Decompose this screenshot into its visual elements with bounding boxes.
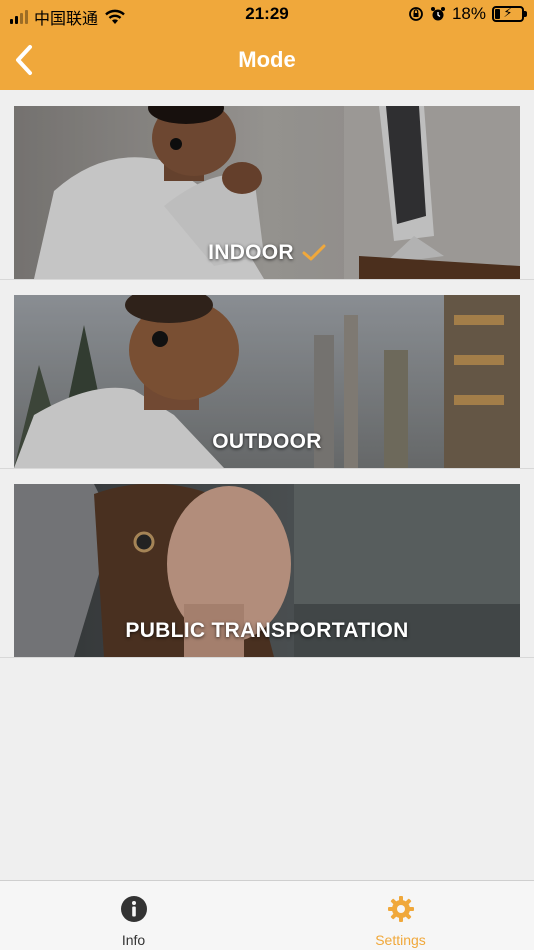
mode-label: INDOOR <box>208 241 294 264</box>
mode-label-row: OUTDOOR <box>14 430 520 454</box>
tab-settings[interactable]: Settings <box>267 881 534 950</box>
mode-option-public-transportation[interactable]: PUBLIC TRANSPORTATION <box>14 484 520 657</box>
mode-label-row: INDOOR <box>14 241 520 265</box>
tab-bar: Info Settings <box>0 880 534 950</box>
tab-label: Settings <box>375 932 426 948</box>
tab-label: Info <box>121 932 146 948</box>
alarm-icon <box>430 7 445 21</box>
divider <box>0 657 534 658</box>
battery-icon: ⚡ <box>492 5 527 22</box>
tab-info[interactable]: Info <box>0 881 267 950</box>
mode-label: OUTDOOR <box>212 430 322 453</box>
page-title: Mode <box>238 47 296 72</box>
gear-icon <box>387 896 414 922</box>
divider <box>0 468 534 469</box>
checkmark-icon <box>302 244 326 261</box>
mode-label: PUBLIC TRANSPORTATION <box>125 619 409 642</box>
status-right: 18% ⚡ <box>408 4 527 24</box>
charging-bolt-icon: ⚡ <box>503 5 513 20</box>
mode-label-row: PUBLIC TRANSPORTATION <box>14 619 520 643</box>
battery-percent: 18% <box>451 4 486 23</box>
mode-option-outdoor[interactable]: OUTDOOR <box>14 295 520 468</box>
status-bar: 中国联通 21:29 18% ⚡ <box>0 0 534 30</box>
mode-option-indoor[interactable]: INDOOR <box>14 106 520 279</box>
mode-screen: 中国联通 21:29 18% ⚡ Mode INDOOR OUTDOOR PUB… <box>0 0 534 950</box>
orientation-lock-icon <box>409 7 423 21</box>
divider <box>0 279 534 280</box>
info-icon <box>120 896 147 922</box>
navigation-bar: Mode <box>0 30 534 90</box>
